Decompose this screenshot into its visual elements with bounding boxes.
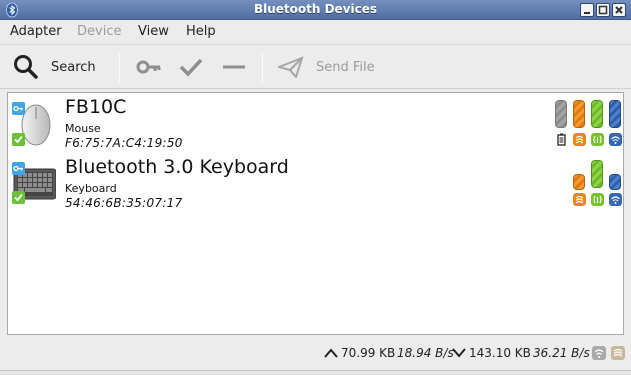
paired-key-icon: [12, 162, 25, 175]
tx-power-icon: [609, 133, 622, 146]
trust-button[interactable]: [179, 45, 203, 89]
close-button[interactable]: [612, 3, 626, 17]
maximize-icon: [598, 5, 608, 15]
download-total: 143.10 KB: [469, 346, 531, 360]
rssi-icon: [573, 193, 586, 206]
key-icon: [136, 60, 161, 74]
search-icon: [14, 55, 38, 79]
checkmark-icon: [179, 58, 203, 77]
menu-view[interactable]: View: [138, 24, 169, 39]
device-list[interactable]: FB10C Mouse F6:75:7A:C4:19:50 Bluetooth …: [7, 92, 624, 335]
battery-level-bar: [555, 100, 567, 128]
remove-button[interactable]: [222, 45, 246, 89]
menu-adapter[interactable]: Adapter: [10, 24, 62, 39]
paper-plane-icon: [278, 56, 304, 78]
toolbar-separator: [119, 53, 120, 83]
window-bottom-edge: [0, 370, 631, 375]
close-icon: [615, 6, 623, 14]
signal-status-icon: [611, 346, 625, 360]
link-quality-icon: [591, 193, 604, 206]
maximize-button[interactable]: [596, 3, 610, 17]
battery-icon: [557, 133, 566, 146]
paired-key-icon: [12, 102, 25, 115]
minus-icon: [223, 65, 245, 69]
rssi-icon: [573, 133, 586, 146]
tx-power-bar: [609, 100, 621, 128]
device-name: FB10C: [65, 96, 127, 118]
window-title: Bluetooth Devices: [253, 2, 378, 16]
send-file-label: Send File: [316, 59, 375, 75]
link-quality-bar: [591, 160, 603, 188]
download-rate: 36.21 B/s: [533, 346, 590, 360]
trusted-check-icon: [12, 133, 25, 146]
device-row[interactable]: FB10C Mouse F6:75:7A:C4:19:50: [8, 95, 623, 155]
search-button[interactable]: Search: [13, 45, 96, 89]
tx-power-bar: [609, 174, 621, 190]
tx-power-icon: [609, 193, 622, 206]
minimize-icon: [584, 12, 590, 14]
title-bar: Bluetooth Devices: [0, 0, 631, 20]
link-quality-icon: [591, 133, 604, 146]
device-address: F6:75:7A:C4:19:50: [65, 136, 183, 150]
network-status-icon: [592, 346, 606, 360]
menu-help[interactable]: Help: [186, 24, 216, 39]
upload-rate: 18.94 B/s: [397, 346, 454, 360]
device-type: Mouse: [65, 122, 101, 135]
menu-device[interactable]: Device: [77, 24, 121, 39]
device-row[interactable]: Bluetooth 3.0 Keyboard Keyboard 54:46:6B…: [8, 155, 623, 215]
status-bar: 70.99 KB 18.94 B/s 143.10 KB 36.21 B/s: [0, 340, 631, 368]
toolbar: Search Send File: [0, 44, 631, 89]
upload-total: 70.99 KB: [341, 346, 396, 360]
toolbar-separator: [262, 53, 263, 83]
device-type: Keyboard: [65, 182, 117, 195]
minimize-button[interactable]: [580, 3, 594, 17]
device-address: 54:46:6B:35:07:17: [65, 196, 183, 210]
menu-bar: Adapter Device View Help: [0, 20, 631, 44]
send-file-button[interactable]: Send File: [278, 45, 375, 89]
rssi-level-bar: [573, 174, 585, 190]
search-label: Search: [51, 59, 96, 75]
download-arrow-icon: [452, 348, 466, 358]
trusted-check-icon: [12, 191, 25, 204]
link-quality-bar: [591, 100, 603, 128]
upload-arrow-icon: [324, 348, 338, 358]
rssi-level-bar: [573, 100, 585, 128]
pair-button[interactable]: [136, 45, 162, 89]
device-name: Bluetooth 3.0 Keyboard: [65, 156, 289, 178]
